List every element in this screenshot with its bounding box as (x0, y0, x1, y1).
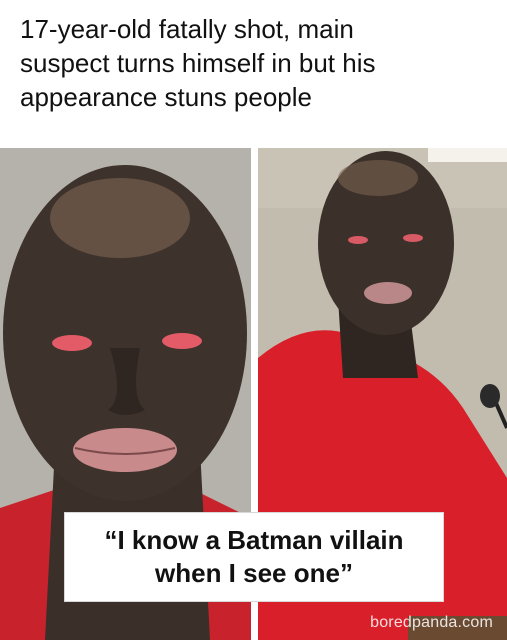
caption-box: “I know a Batman villain when I see one” (64, 512, 444, 602)
watermark: boredpanda.com (370, 614, 493, 631)
caption-text: “I know a Batman villain when I see one” (104, 525, 404, 588)
headline: 17-year-old fatally shot, main suspect t… (20, 14, 376, 112)
